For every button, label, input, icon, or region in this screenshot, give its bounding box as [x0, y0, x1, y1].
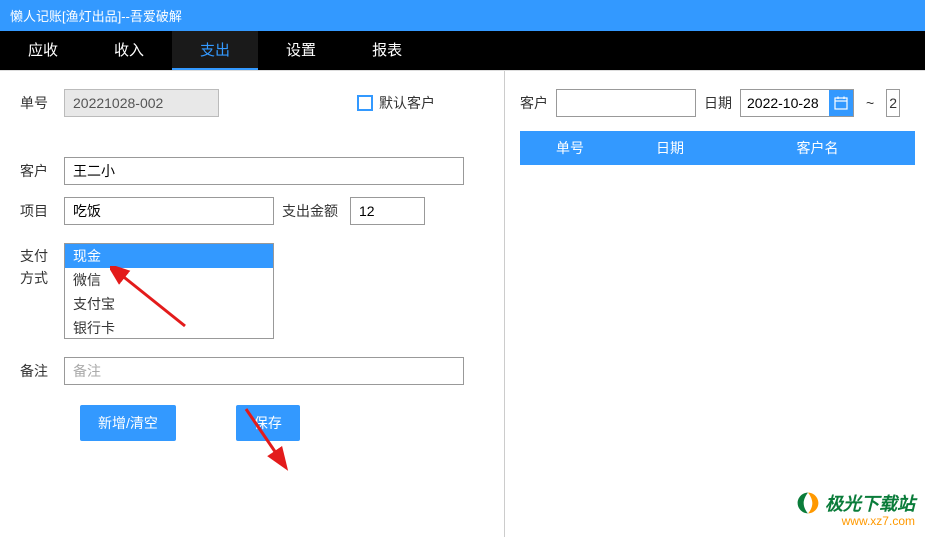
- watermark-brand: 极光下载站: [825, 490, 915, 516]
- payment-method-listbox[interactable]: 现金 微信 支付宝 银行卡: [64, 243, 274, 339]
- nav-tab-expense[interactable]: 支出: [172, 31, 258, 70]
- customer-label: 客户: [20, 161, 56, 181]
- filter-date-label: 日期: [704, 93, 732, 113]
- project-input[interactable]: [64, 197, 274, 225]
- th-customer-name: 客户名: [720, 138, 915, 158]
- watermark: 极光下载站 www.xz7.com: [795, 490, 915, 528]
- default-customer-checkbox-wrap[interactable]: 默认客户: [357, 93, 435, 113]
- checkbox-icon: [357, 95, 373, 111]
- nav-tab-receivable[interactable]: 应收: [0, 31, 86, 70]
- payment-option-bankcard[interactable]: 银行卡: [65, 316, 273, 339]
- th-order-no: 单号: [520, 138, 620, 158]
- watermark-logo-icon: [795, 490, 821, 516]
- main-navbar: 应收 收入 支出 设置 报表: [0, 31, 925, 71]
- amount-input[interactable]: [350, 197, 425, 225]
- payment-option-alipay[interactable]: 支付宝: [65, 292, 273, 316]
- date-range-tilde: ~: [866, 95, 874, 111]
- filter-customer-input[interactable]: [556, 89, 696, 117]
- list-panel: 客户 日期 ~ 2 单号 日期 客户名: [505, 71, 925, 537]
- payment-option-cash[interactable]: 现金: [65, 244, 273, 268]
- table-header: 单号 日期 客户名: [520, 131, 915, 165]
- date-from-wrap[interactable]: [740, 89, 854, 117]
- filter-customer-label: 客户: [520, 93, 548, 113]
- remark-label: 备注: [20, 361, 56, 381]
- th-date: 日期: [620, 138, 720, 158]
- form-panel: 单号 默认客户 客户 项目 支出金额 支付方式 现金 微信 支付宝: [0, 71, 505, 537]
- new-clear-button[interactable]: 新增/清空: [80, 405, 176, 441]
- window-title: 懒人记账[渔灯出品]--吾爱破解: [10, 9, 182, 24]
- default-customer-label: 默认客户: [379, 93, 435, 113]
- calendar-icon[interactable]: [829, 90, 853, 116]
- order-number-label: 单号: [20, 93, 56, 113]
- window-titlebar: 懒人记账[渔灯出品]--吾爱破解: [0, 0, 925, 31]
- save-button[interactable]: 保存: [236, 405, 300, 441]
- payment-method-label: 支付方式: [20, 243, 56, 290]
- order-number-input: [64, 89, 219, 117]
- amount-label: 支出金额: [282, 201, 342, 221]
- date-from-input[interactable]: [741, 91, 829, 115]
- watermark-url: www.xz7.com: [795, 514, 915, 528]
- nav-tab-report[interactable]: 报表: [344, 31, 430, 70]
- customer-input[interactable]: [64, 157, 464, 185]
- nav-tab-income[interactable]: 收入: [86, 31, 172, 70]
- payment-option-wechat[interactable]: 微信: [65, 268, 273, 292]
- project-label: 项目: [20, 201, 56, 221]
- nav-tab-settings[interactable]: 设置: [258, 31, 344, 70]
- remark-input[interactable]: [64, 357, 464, 385]
- date-to-partial: 2: [886, 89, 900, 117]
